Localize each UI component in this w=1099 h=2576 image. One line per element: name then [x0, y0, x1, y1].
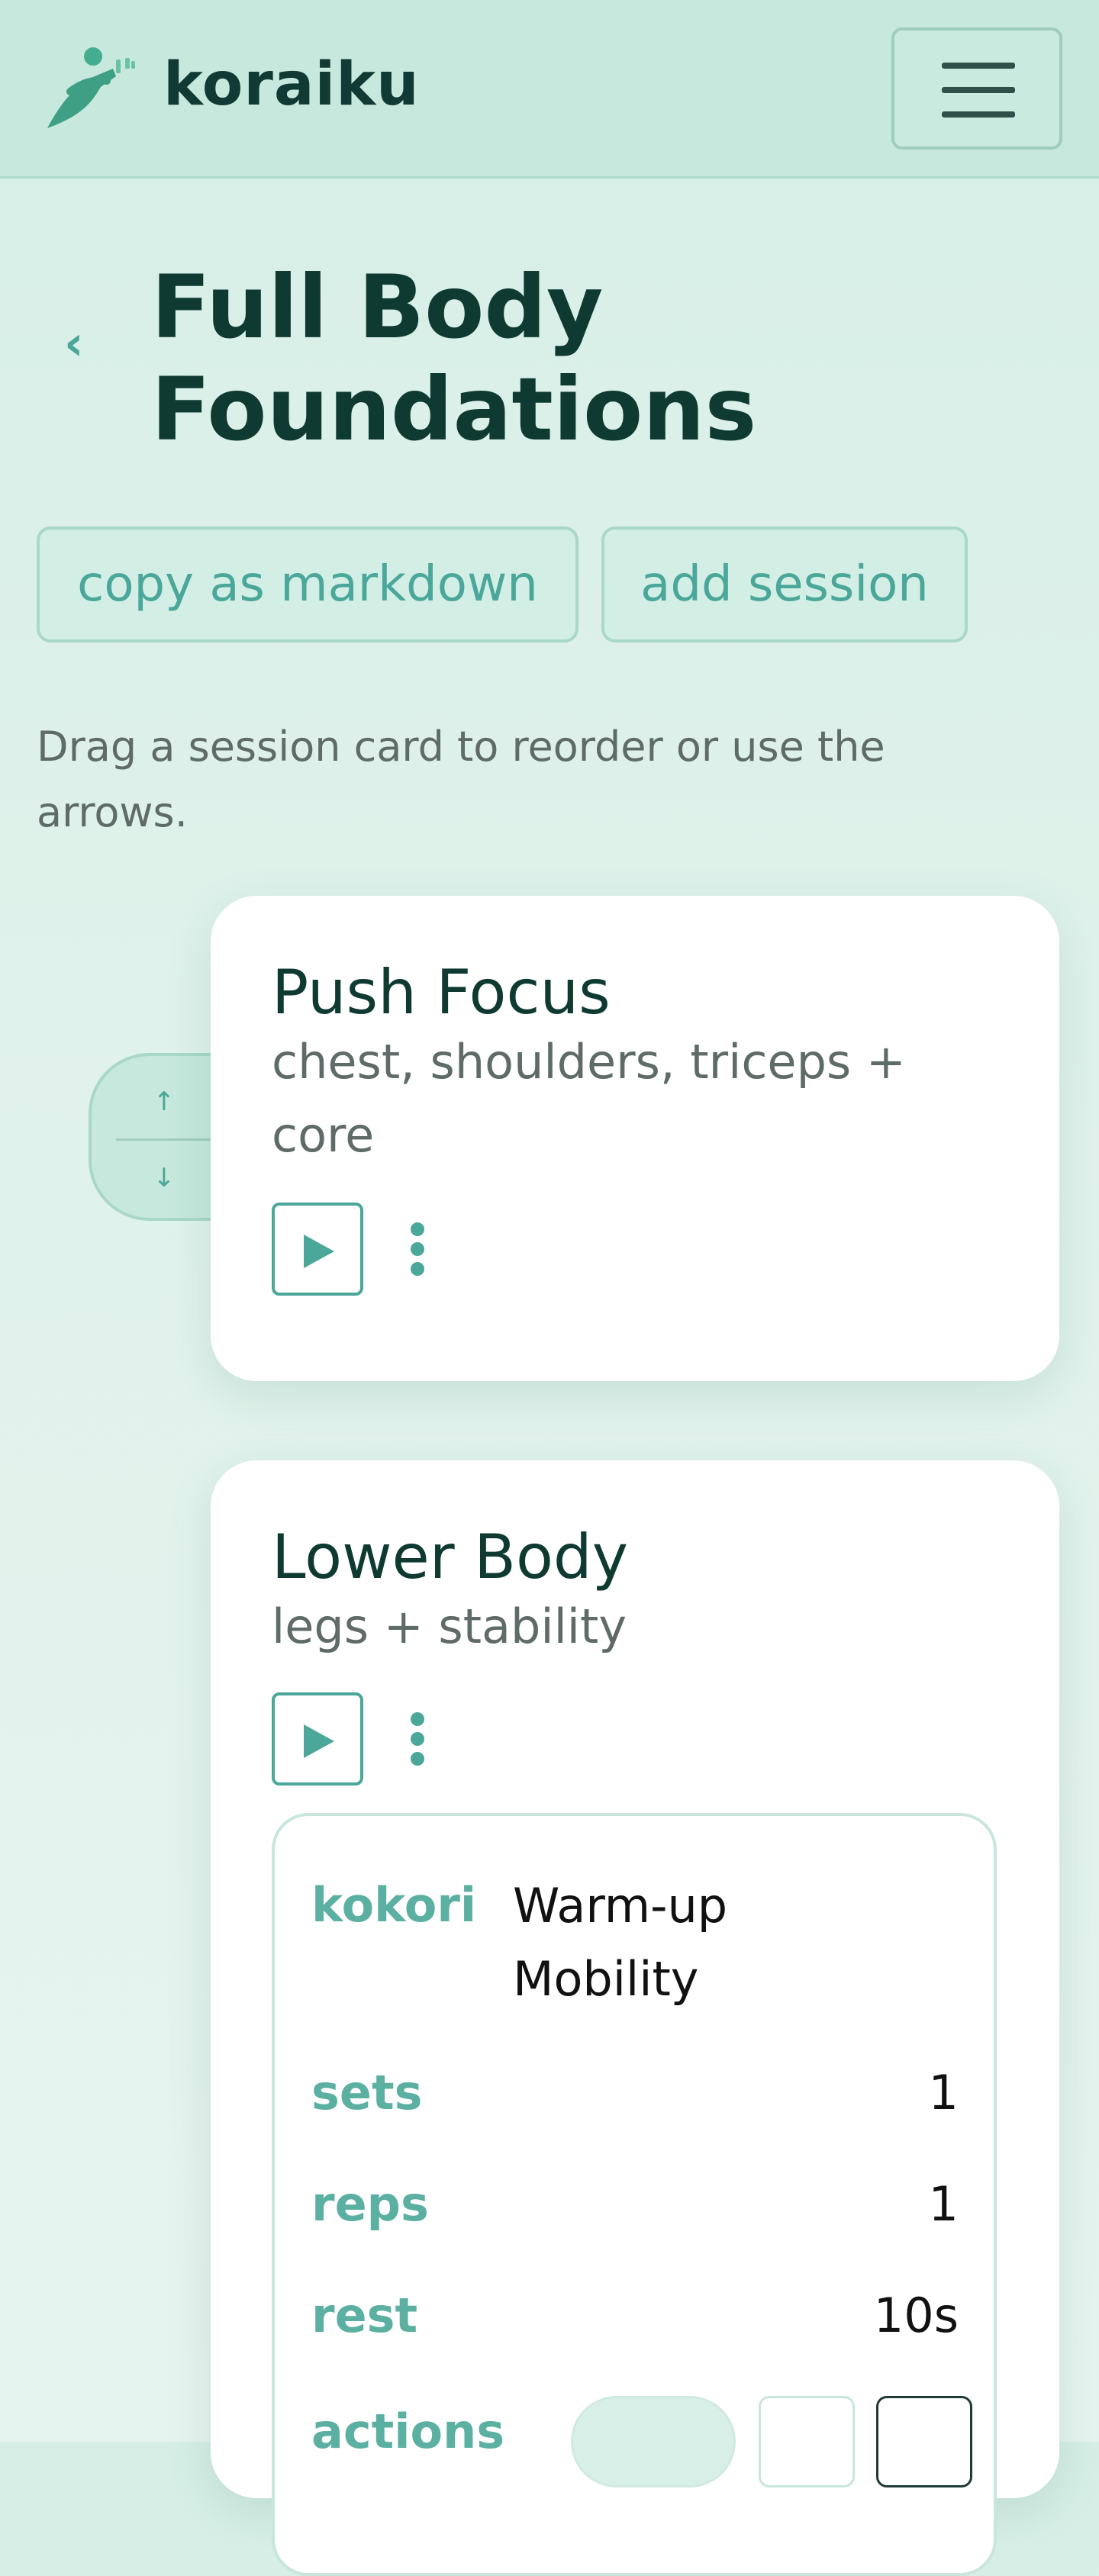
move-up-icon[interactable]: ↑	[137, 1087, 191, 1117]
session-subtitle: chest, shoulders, triceps + core	[272, 1034, 906, 1163]
session-title: Lower Body	[272, 1521, 629, 1592]
menu-button[interactable]	[891, 27, 1062, 150]
session-card[interactable]: Push Focus chest, shoulders, triceps + c…	[211, 896, 1059, 1381]
reps-label: reps	[311, 2176, 429, 2232]
more-vertical-icon[interactable]	[406, 1203, 429, 1296]
sets-value: 1	[928, 2065, 959, 2120]
app-header: koraiku	[0, 0, 1099, 179]
session-title: Push Focus	[272, 957, 611, 1028]
session-subtitle: legs + stability	[272, 1599, 627, 1654]
help-text: Drag a session card to reorder or use th…	[37, 723, 885, 836]
edit-exercise-button[interactable]	[759, 2396, 855, 2487]
exercise-detail: kokori Warm-up Mobility sets 1 reps 1 re…	[272, 1813, 997, 2576]
chevron-left-icon: ‹	[64, 315, 84, 371]
brand-name[interactable]: koraiku	[163, 50, 420, 119]
page-title: Full Body Foundations	[151, 256, 757, 460]
runner-logo-icon[interactable]	[40, 46, 139, 131]
sets-label: sets	[311, 2065, 423, 2120]
exercise-name-value: Warm-up Mobility	[513, 1878, 728, 2007]
delete-exercise-button[interactable]	[876, 2396, 972, 2487]
exercise-name-label: kokori	[311, 1877, 477, 1933]
handle-divider	[116, 1138, 215, 1141]
play-button[interactable]	[272, 1203, 363, 1296]
play-icon	[304, 1724, 334, 1758]
actions-label: actions	[311, 2404, 505, 2459]
copy-as-markdown-button[interactable]: copy as markdown	[37, 526, 579, 642]
session-card[interactable]: Lower Body legs + stability kokori Warm-…	[211, 1460, 1059, 2576]
play-button[interactable]	[272, 1692, 363, 1785]
more-vertical-icon[interactable]	[406, 1692, 429, 1785]
play-icon	[304, 1235, 334, 1268]
reps-value: 1	[928, 2176, 959, 2232]
rest-value: 10s	[873, 2288, 959, 2343]
exercise-reorder-pill[interactable]	[571, 2396, 736, 2487]
move-down-icon[interactable]: ↓	[137, 1163, 191, 1193]
add-session-button[interactable]: add session	[601, 526, 968, 642]
rest-label: rest	[311, 2288, 418, 2343]
back-button[interactable]: ‹	[64, 320, 95, 367]
